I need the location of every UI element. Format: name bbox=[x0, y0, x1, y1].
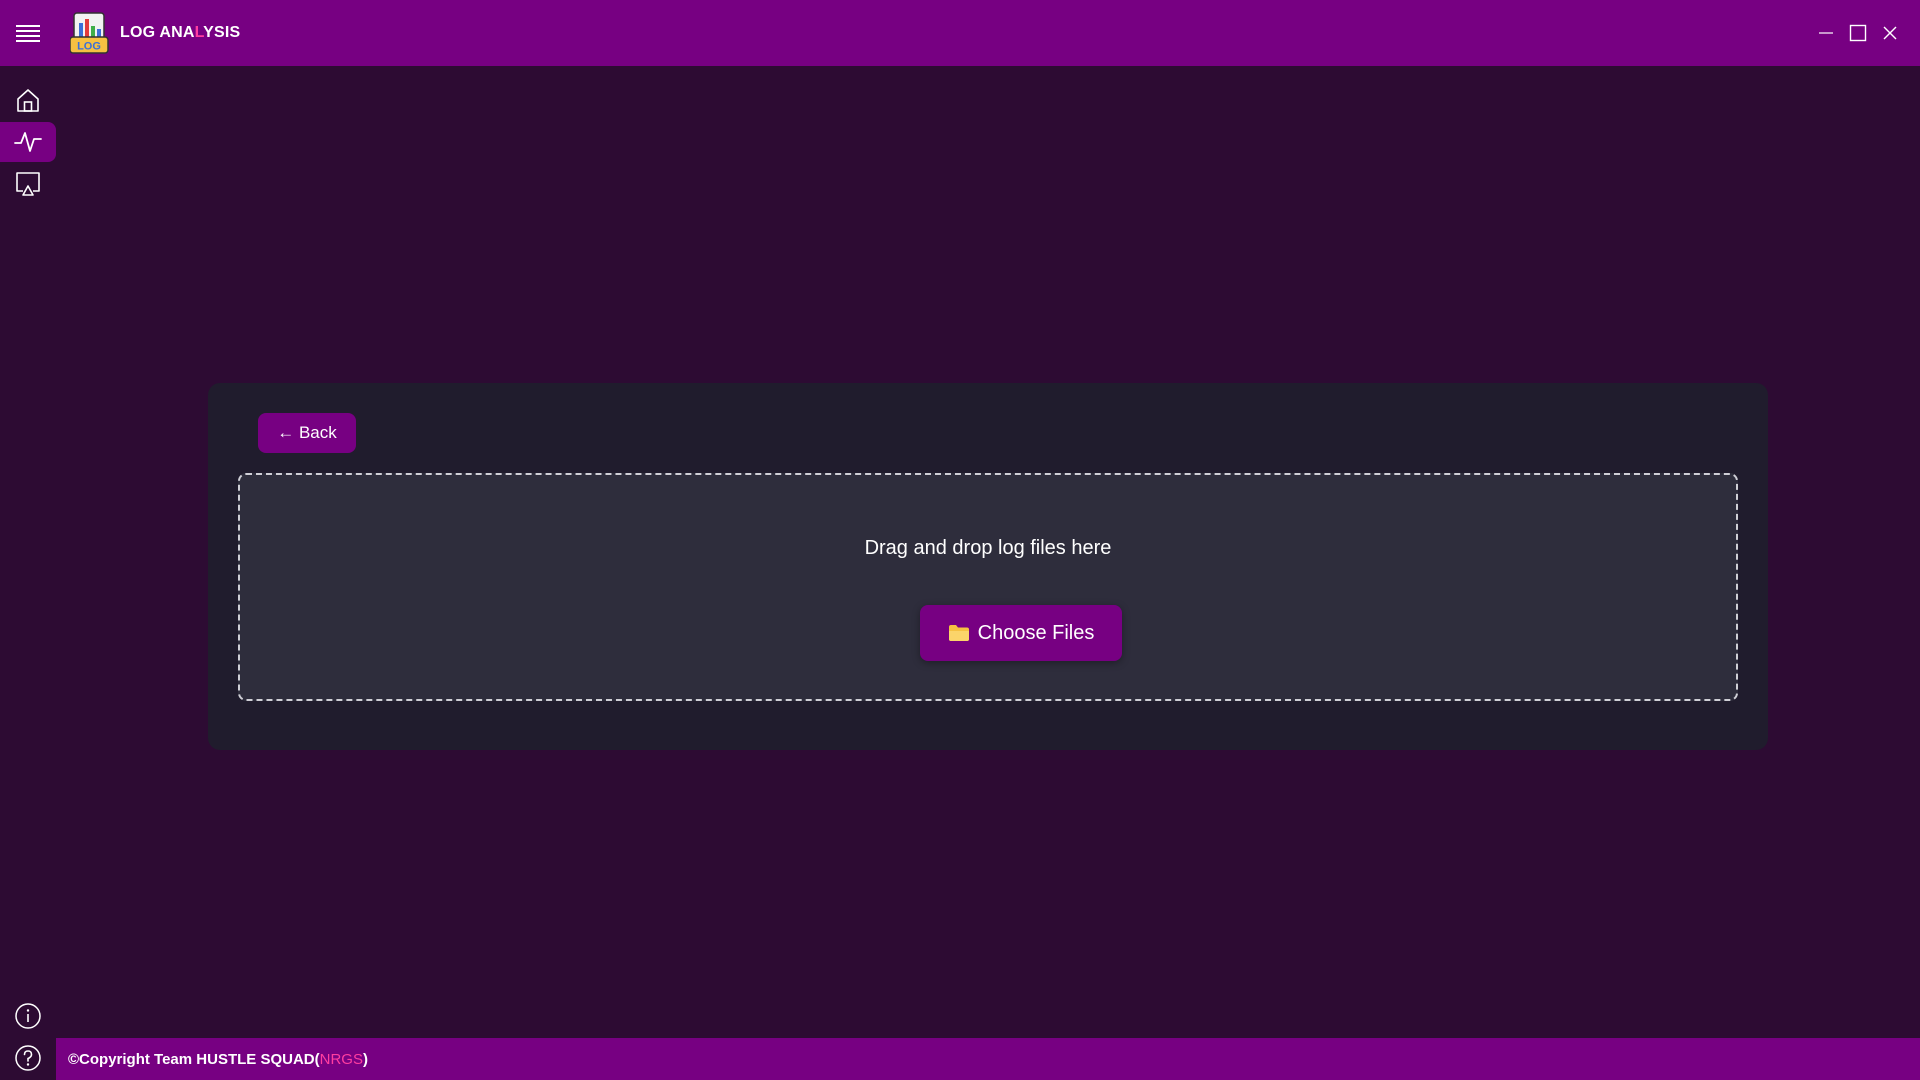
team-name: NRGS bbox=[319, 1050, 363, 1068]
window-controls bbox=[1810, 0, 1920, 66]
folder-icon bbox=[948, 625, 969, 641]
activity-icon bbox=[14, 132, 42, 152]
app-title: LOG ANALYSIS bbox=[120, 24, 241, 41]
close-icon[interactable] bbox=[1874, 13, 1906, 53]
help-icon bbox=[15, 1045, 41, 1071]
home-icon bbox=[17, 89, 39, 112]
maximize-icon[interactable] bbox=[1842, 13, 1874, 53]
info-icon bbox=[15, 1003, 41, 1029]
back-button[interactable]: ← Back bbox=[258, 413, 356, 453]
copyright-text: ©Copyright Team HUSTLE SQUAD( bbox=[68, 1050, 320, 1068]
choose-files-label: Choose Files bbox=[977, 621, 1095, 644]
sidebar-item-cast[interactable] bbox=[0, 164, 56, 204]
copyright-closing: ) bbox=[362, 1050, 368, 1068]
choose-files-button[interactable]: Choose Files bbox=[920, 605, 1122, 661]
footer: ©Copyright Team HUSTLE SQUAD(NRGS) bbox=[56, 1038, 1920, 1080]
file-dropzone[interactable]: Drag and drop log files here Choose File… bbox=[238, 473, 1738, 701]
info-button[interactable] bbox=[0, 996, 56, 1036]
cast-icon bbox=[16, 172, 40, 196]
app-logo: LOG bbox=[68, 11, 112, 55]
hamburger-menu-icon[interactable] bbox=[0, 0, 56, 66]
sidebar-item-home[interactable] bbox=[0, 80, 56, 120]
title-bar: LOG LOG ANALYSIS bbox=[0, 0, 1920, 66]
sidebar-item-analysis[interactable] bbox=[0, 122, 56, 162]
logo-text: LOG bbox=[77, 41, 101, 53]
sidebar bbox=[0, 66, 56, 1080]
upload-card: ← Back Drag and drop log files here Choo… bbox=[208, 383, 1768, 750]
dropzone-text: Drag and drop log files here bbox=[864, 537, 1112, 559]
help-button[interactable] bbox=[0, 1038, 56, 1078]
minimize-icon[interactable] bbox=[1810, 13, 1842, 53]
